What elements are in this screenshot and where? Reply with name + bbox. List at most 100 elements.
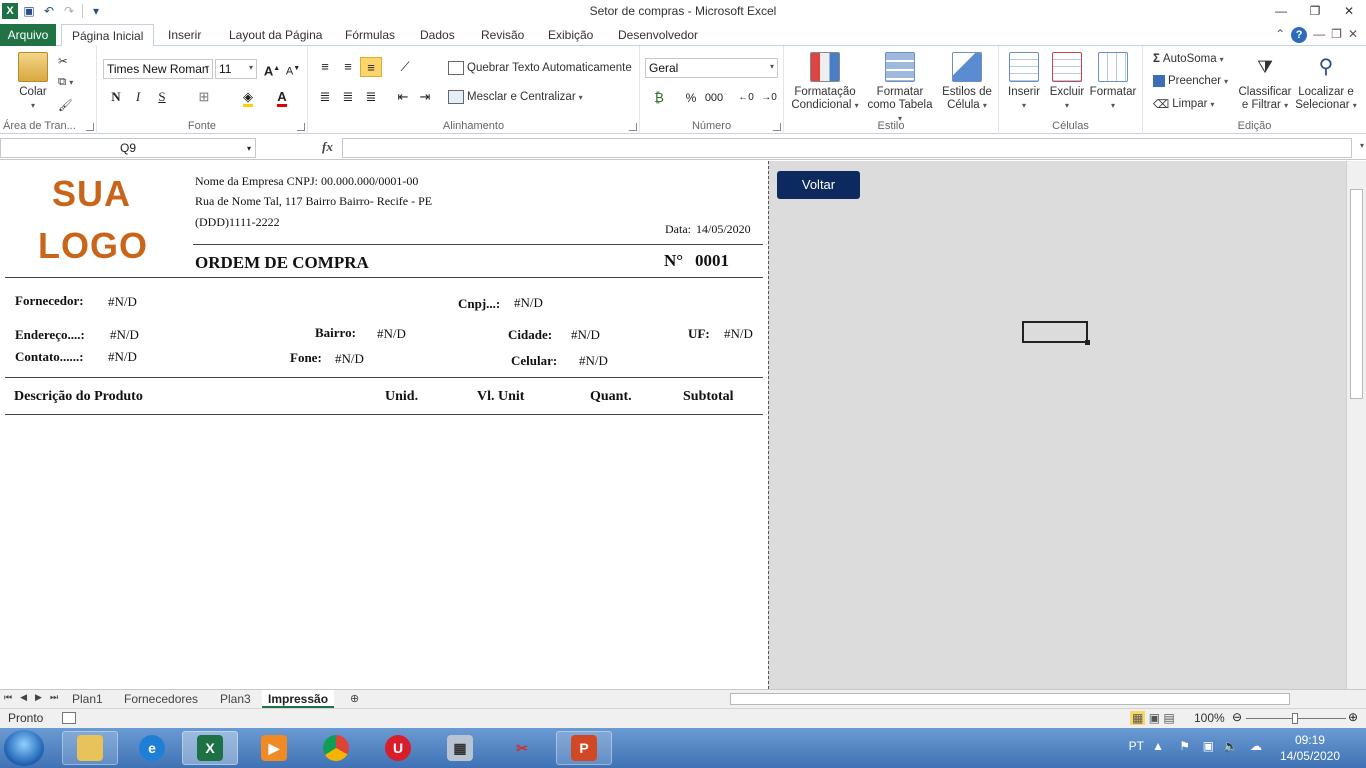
name-box[interactable]: Q9 ▾	[0, 138, 256, 158]
voltar-button[interactable]: Voltar	[777, 171, 860, 199]
tab-view[interactable]: Exibição	[548, 24, 593, 46]
align-top-icon[interactable]: ≡	[314, 57, 336, 77]
insert-sheet-icon[interactable]: ⊕	[344, 690, 365, 708]
sort-filter-button[interactable]: ⧩ Classificar e Filtrar ▾	[1237, 52, 1293, 112]
fill-color-icon[interactable]: ◈	[237, 87, 259, 107]
tab-file[interactable]: Arquivo	[0, 24, 56, 46]
next-sheet-icon[interactable]: ▶	[35, 692, 42, 703]
expand-formula-bar-icon[interactable]: ▾	[1360, 141, 1364, 150]
taskbar-explorer[interactable]	[62, 731, 118, 765]
zoom-out-icon[interactable]: ⊖	[1232, 710, 1242, 724]
vertical-scroll-thumb[interactable]	[1350, 189, 1363, 399]
show-hidden-icons-icon[interactable]: ▲	[1152, 739, 1164, 753]
close-icon[interactable]: ✕	[1332, 0, 1366, 22]
page-layout-view-icon[interactable]: ▣	[1149, 711, 1160, 725]
orientation-icon[interactable]: ⟋	[394, 57, 416, 77]
tab-review[interactable]: Revisão	[481, 24, 524, 46]
taskbar-powerpoint[interactable]: P	[556, 731, 612, 765]
insert-cells-button[interactable]: Inserir ▾	[1003, 52, 1045, 112]
doc-restore-icon[interactable]: ❐	[1331, 27, 1342, 43]
font-name-combo[interactable]: Times New Roman ▾	[103, 59, 213, 79]
normal-view-icon[interactable]: ▦	[1130, 711, 1146, 725]
sheet-tab-fornecedores[interactable]: Fornecedores	[118, 690, 204, 708]
paste-button[interactable]: Colar ▾	[14, 52, 52, 112]
page-break-view-icon[interactable]: ▤	[1163, 711, 1174, 725]
action-center-flag-icon[interactable]: ⚑	[1179, 739, 1190, 753]
taskbar-excel[interactable]: X	[182, 731, 238, 765]
taskbar-chrome[interactable]	[308, 731, 364, 765]
font-color-icon[interactable]: A	[271, 87, 293, 107]
first-sheet-icon[interactable]: ⏮	[4, 692, 12, 703]
align-bottom-icon[interactable]: ≡	[360, 57, 382, 77]
wrap-text-button[interactable]: Quebrar Texto Automaticamente	[448, 61, 632, 75]
collapse-ribbon-icon[interactable]: ⌃	[1275, 27, 1285, 43]
italic-button[interactable]: I	[127, 87, 149, 107]
network-icon[interactable]: ▣	[1203, 739, 1214, 753]
tab-home[interactable]: Página Inicial	[61, 24, 155, 47]
sheet-tab-plan1[interactable]: Plan1	[66, 690, 109, 708]
alignment-launcher-icon[interactable]	[629, 123, 637, 131]
align-middle-icon[interactable]: ≡	[337, 57, 359, 77]
taskbar-app-u[interactable]: U	[370, 731, 426, 765]
accounting-format-icon[interactable]: ₿	[648, 88, 670, 108]
sheet-tab-impressao[interactable]: Impressão	[262, 690, 335, 708]
taskbar-media[interactable]: ▶	[246, 731, 302, 765]
font-launcher-icon[interactable]	[297, 123, 305, 131]
align-right-icon[interactable]: ≣	[360, 87, 382, 107]
comma-style-button[interactable]: 000	[703, 88, 725, 108]
clipboard-launcher-icon[interactable]	[86, 123, 94, 131]
help-icon[interactable]: ?	[1291, 27, 1308, 43]
clock[interactable]: 09:19 14/05/2020	[1280, 732, 1340, 764]
doc-close-icon[interactable]: ✕	[1348, 27, 1358, 43]
font-size-combo[interactable]: 11 ▾	[215, 59, 257, 79]
tab-insert[interactable]: Inserir	[168, 24, 201, 46]
format-as-table-button[interactable]: Formatar como Tabela ▾	[864, 52, 936, 125]
autosum-button[interactable]: Σ AutoSoma ▾	[1153, 53, 1224, 65]
increase-decimal-icon[interactable]: ←0	[735, 88, 757, 108]
align-left-icon[interactable]: ≣	[314, 87, 336, 107]
sheet-tab-plan3[interactable]: Plan3	[214, 690, 257, 708]
increase-indent-icon[interactable]: ⇥	[414, 87, 436, 107]
cloud-icon[interactable]: ☁	[1250, 739, 1262, 753]
shrink-font-icon[interactable]: A▼	[282, 59, 304, 79]
tab-page-layout[interactable]: Layout da Página	[229, 24, 322, 46]
clear-button[interactable]: ⌫ Limpar ▾	[1153, 97, 1214, 111]
language-indicator[interactable]: PT	[1129, 739, 1144, 753]
worksheet[interactable]: SUA LOGO Nome da Empresa CNPJ: 00.000.00…	[0, 161, 1346, 689]
taskbar-snipping[interactable]: ✂	[494, 731, 550, 765]
bold-button[interactable]: N	[105, 87, 127, 107]
copy-icon[interactable]: ⧉ ▾	[58, 76, 73, 89]
taskbar-ie[interactable]: e	[124, 731, 180, 765]
horizontal-scrollbar[interactable]	[720, 692, 1340, 706]
formula-input[interactable]	[342, 138, 1352, 158]
cell-styles-button[interactable]: Estilos de Célula ▾	[938, 52, 996, 112]
restore-icon[interactable]: ❐	[1298, 0, 1332, 22]
zoom-level[interactable]: 100%	[1194, 711, 1225, 725]
delete-cells-button[interactable]: Excluir ▾	[1047, 52, 1087, 112]
volume-icon[interactable]: 🔈	[1223, 739, 1238, 753]
underline-button[interactable]: S	[151, 87, 173, 107]
selected-cell[interactable]	[1022, 321, 1090, 345]
percent-style-button[interactable]: %	[680, 88, 702, 108]
minimize-icon[interactable]: —	[1264, 0, 1298, 22]
find-select-button[interactable]: ⚲ Localizar e Selecionar ▾	[1293, 52, 1359, 112]
grow-font-icon[interactable]: A▲	[261, 59, 283, 79]
last-sheet-icon[interactable]: ⏭	[50, 692, 58, 703]
zoom-slider-knob[interactable]	[1292, 713, 1298, 724]
align-center-icon[interactable]: ≣	[337, 87, 359, 107]
number-launcher-icon[interactable]	[773, 123, 781, 131]
tab-formulas[interactable]: Fórmulas	[345, 24, 395, 46]
name-box-dropdown-icon[interactable]: ▾	[247, 140, 251, 158]
fill-button[interactable]: Preencher ▾	[1153, 75, 1228, 87]
prev-sheet-icon[interactable]: ◀	[20, 692, 27, 703]
merge-center-button[interactable]: Mesclar e Centralizar ▾	[448, 90, 583, 104]
doc-minimize-icon[interactable]: —	[1313, 27, 1325, 43]
decrease-indent-icon[interactable]: ⇤	[392, 87, 414, 107]
borders-icon[interactable]: ⊞	[193, 87, 215, 107]
horizontal-scroll-thumb[interactable]	[730, 693, 1290, 705]
tab-data[interactable]: Dados	[420, 24, 455, 46]
macro-record-icon[interactable]	[62, 712, 76, 724]
format-painter-icon[interactable]: 🖌	[58, 98, 73, 112]
decrease-decimal-icon[interactable]: →0	[758, 88, 780, 108]
taskbar-calculator[interactable]: ▦	[432, 731, 488, 765]
